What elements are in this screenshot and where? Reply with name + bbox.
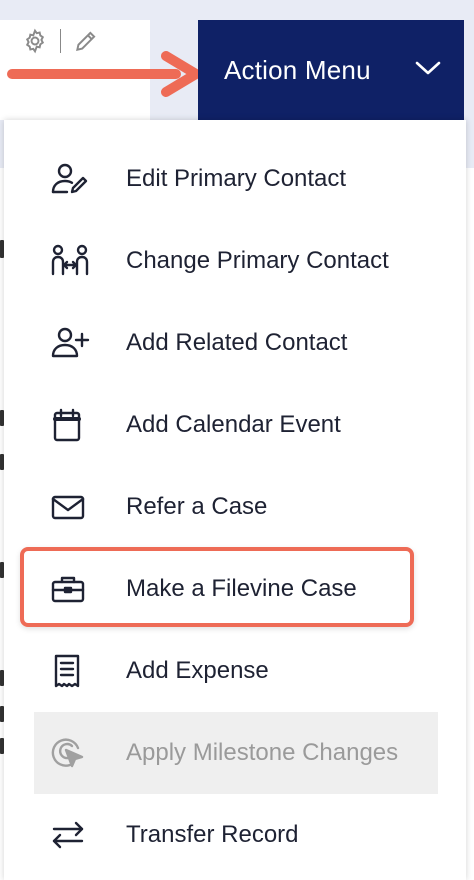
menu-item-add-expense[interactable]: Add Expense [34, 630, 438, 712]
user-plus-icon [34, 323, 106, 363]
menu-item-apply-milestone-changes: Apply Milestone Changes [34, 712, 438, 794]
action-menu-dropdown: Edit Primary Contact Change Primary Cont… [4, 120, 466, 880]
transfer-arrows-icon [34, 815, 106, 855]
menu-item-make-a-filevine-case[interactable]: Make a Filevine Case [34, 548, 438, 630]
menu-item-add-calendar-event[interactable]: Add Calendar Event [34, 384, 438, 466]
menu-item-label: Add Related Contact [126, 329, 348, 356]
envelope-icon [34, 487, 106, 527]
menu-item-label: Edit Primary Contact [126, 165, 347, 192]
action-menu-label: Action Menu [224, 54, 371, 85]
menu-item-label: Refer a Case [126, 493, 268, 520]
user-edit-icon [34, 159, 106, 199]
menu-item-change-primary-contact[interactable]: Change Primary Contact [34, 220, 438, 302]
briefcase-icon [34, 569, 106, 609]
menu-item-label: Change Primary Contact [126, 247, 389, 274]
menu-item-edit-primary-contact[interactable]: Edit Primary Contact [34, 138, 438, 220]
menu-item-add-related-contact[interactable]: Add Related Contact [34, 302, 438, 384]
menu-item-label: Add Expense [126, 657, 269, 684]
target-cursor-icon [34, 733, 106, 773]
annotation-arrow [6, 50, 202, 98]
users-swap-icon [34, 241, 106, 281]
action-menu-button[interactable]: Action Menu [198, 20, 464, 120]
menu-item-label: Add Calendar Event [126, 411, 341, 438]
receipt-icon [34, 651, 106, 691]
menu-item-transfer-record[interactable]: Transfer Record [34, 794, 438, 876]
menu-item-refer-a-case[interactable]: Refer a Case [34, 466, 438, 548]
menu-item-label: Apply Milestone Changes [126, 739, 399, 766]
menu-item-label: Transfer Record [126, 821, 299, 848]
chevron-down-icon [414, 58, 442, 78]
menu-item-label: Make a Filevine Case [126, 575, 357, 602]
calendar-icon [34, 405, 106, 445]
